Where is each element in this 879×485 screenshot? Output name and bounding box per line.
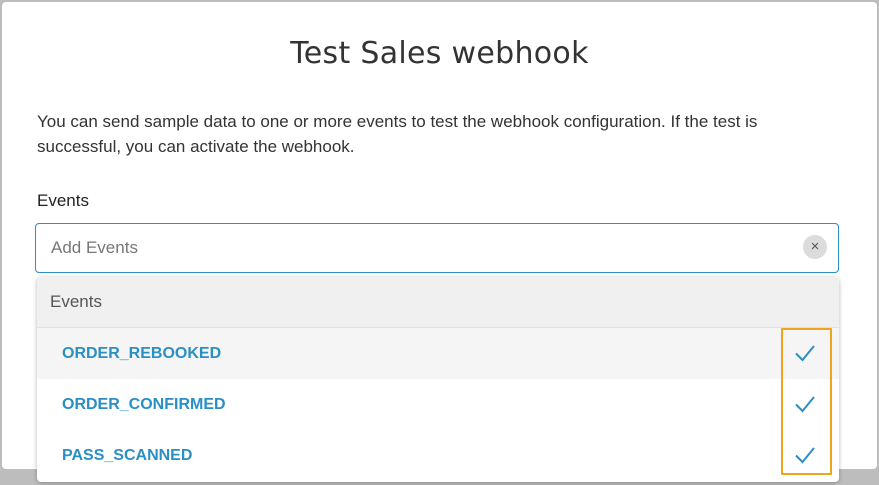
event-option-pass-scanned[interactable]: PASS_SCANNED [37, 430, 839, 481]
events-label: Events [37, 191, 89, 210]
event-option-order-confirmed[interactable]: ORDER_CONFIRMED [37, 379, 839, 430]
add-events-placeholder: Add Events [51, 238, 138, 257]
dialog-description: You can send sample data to one or more … [37, 112, 758, 156]
event-option-label: ORDER_REBOOKED [62, 345, 222, 362]
dropdown-group-header: Events [37, 277, 839, 328]
add-events-input[interactable]: Add Events × [35, 223, 839, 273]
event-option-label: ORDER_CONFIRMED [62, 396, 226, 413]
events-dropdown: Events ORDER_REBOOKED ORDER_CONFIRMED PA… [37, 277, 839, 482]
checkmark-icon [794, 342, 816, 364]
event-option-order-rebooked[interactable]: ORDER_REBOOKED [37, 328, 839, 379]
checkmark-icon [794, 444, 816, 466]
checkmark-icon [794, 393, 816, 415]
event-option-label: PASS_SCANNED [62, 447, 193, 464]
dialog-title: Test Sales webhook [290, 36, 589, 71]
clear-icon[interactable]: × [803, 235, 827, 259]
